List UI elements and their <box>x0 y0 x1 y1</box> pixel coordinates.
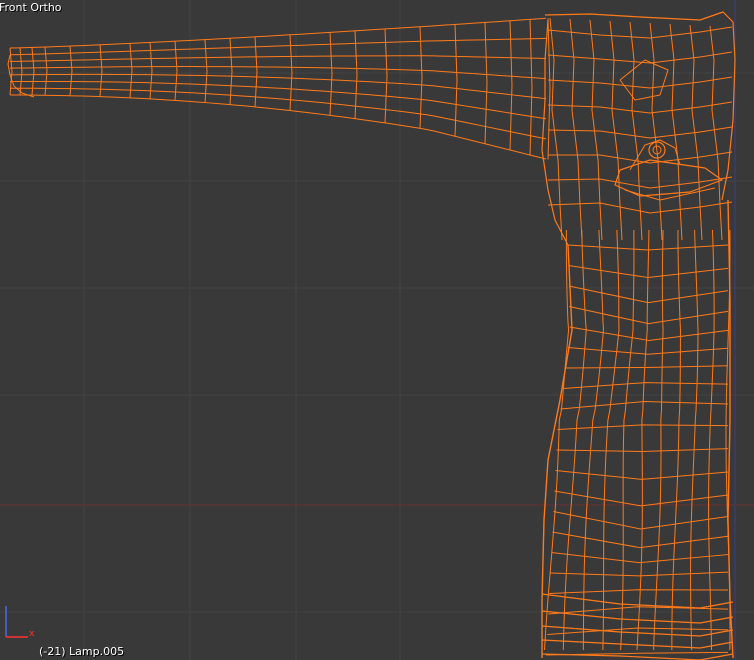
arm-longitudinal-edge <box>9 17 547 49</box>
column-ring-edge <box>555 470 729 480</box>
3d-viewport[interactable]: Front Ortho x (-21) Lamp.005 <box>0 0 754 660</box>
arm-longitudinal-edge <box>9 66 547 80</box>
column-vertical-edge <box>671 229 681 651</box>
column-ring-edge <box>568 285 729 304</box>
arm-ring-edge <box>254 36 258 107</box>
column-vertical-edge <box>602 229 620 651</box>
base-band-edge <box>541 610 734 624</box>
view-name-label: Front Ortho <box>0 1 62 14</box>
column-vertical-edge <box>690 229 699 651</box>
head-vertical-edge <box>709 25 723 241</box>
head-vertical-edge <box>649 22 663 241</box>
column-ring-edge <box>550 571 729 577</box>
arm-longitudinal-edge <box>9 73 547 100</box>
column-vertical-edge <box>653 229 664 651</box>
head-horizontal-edge <box>547 51 733 64</box>
head-panel-edge <box>619 59 669 101</box>
column-vertical-edge <box>544 229 570 651</box>
head-horizontal-edge <box>547 26 733 39</box>
arm-ring-edge <box>547 18 551 160</box>
axis-gizmo-icon: x <box>5 606 35 639</box>
arm-longitudinal-edge <box>9 37 547 56</box>
arm-longitudinal-edge <box>9 55 547 62</box>
arm-ring-edge <box>419 26 423 129</box>
column-ring-edge <box>565 365 729 369</box>
arm-ring-edge <box>384 28 388 123</box>
column-ring-edge <box>551 552 729 564</box>
column-ring-edge <box>567 347 729 355</box>
arm-ring-edge <box>354 30 358 119</box>
column-ring-edge <box>567 244 729 251</box>
arm-ring-edge <box>484 22 488 144</box>
head-vertical-edge <box>569 18 583 241</box>
column-ring-edge <box>569 326 729 341</box>
hub-ring-edge <box>614 159 723 197</box>
arm-ring-edge <box>329 32 333 116</box>
arm-longitudinal-edge <box>9 80 547 120</box>
head-horizontal-edge <box>547 101 733 114</box>
head-vertical-edge <box>669 23 683 241</box>
arm-ring-edge <box>204 39 208 103</box>
column-right-silhouette <box>727 199 734 659</box>
x-axis-label: x <box>29 629 35 639</box>
object-info-label: (-21) Lamp.005 <box>39 645 125 658</box>
base-band-edge <box>541 653 734 660</box>
column-ring-edge <box>560 401 729 410</box>
arm-ring-edge <box>529 19 533 156</box>
column-ring-edge <box>562 382 729 389</box>
arm-ring-edge <box>289 34 293 111</box>
base-band-edge <box>541 593 734 609</box>
head-vertical-edge <box>629 21 643 241</box>
head-vertical-edge <box>589 19 603 241</box>
column-ring-edge <box>553 511 729 530</box>
arm-ring-edge <box>509 20 513 151</box>
column-ring-edge <box>554 490 729 507</box>
column-ring-edge <box>569 306 729 325</box>
column-vertical-edge <box>620 229 635 651</box>
column-ring-edge <box>552 531 729 549</box>
head-horizontal-edge <box>547 76 733 89</box>
arm-ring-edge <box>454 24 458 137</box>
column-vertical-edge <box>636 229 650 651</box>
column-ring-edge <box>557 424 729 430</box>
arm-ring-edge <box>229 38 233 105</box>
column-ring-edge <box>549 589 729 594</box>
arm-longitudinal-edge <box>9 94 547 160</box>
wireframe-mesh[interactable] <box>0 0 754 660</box>
